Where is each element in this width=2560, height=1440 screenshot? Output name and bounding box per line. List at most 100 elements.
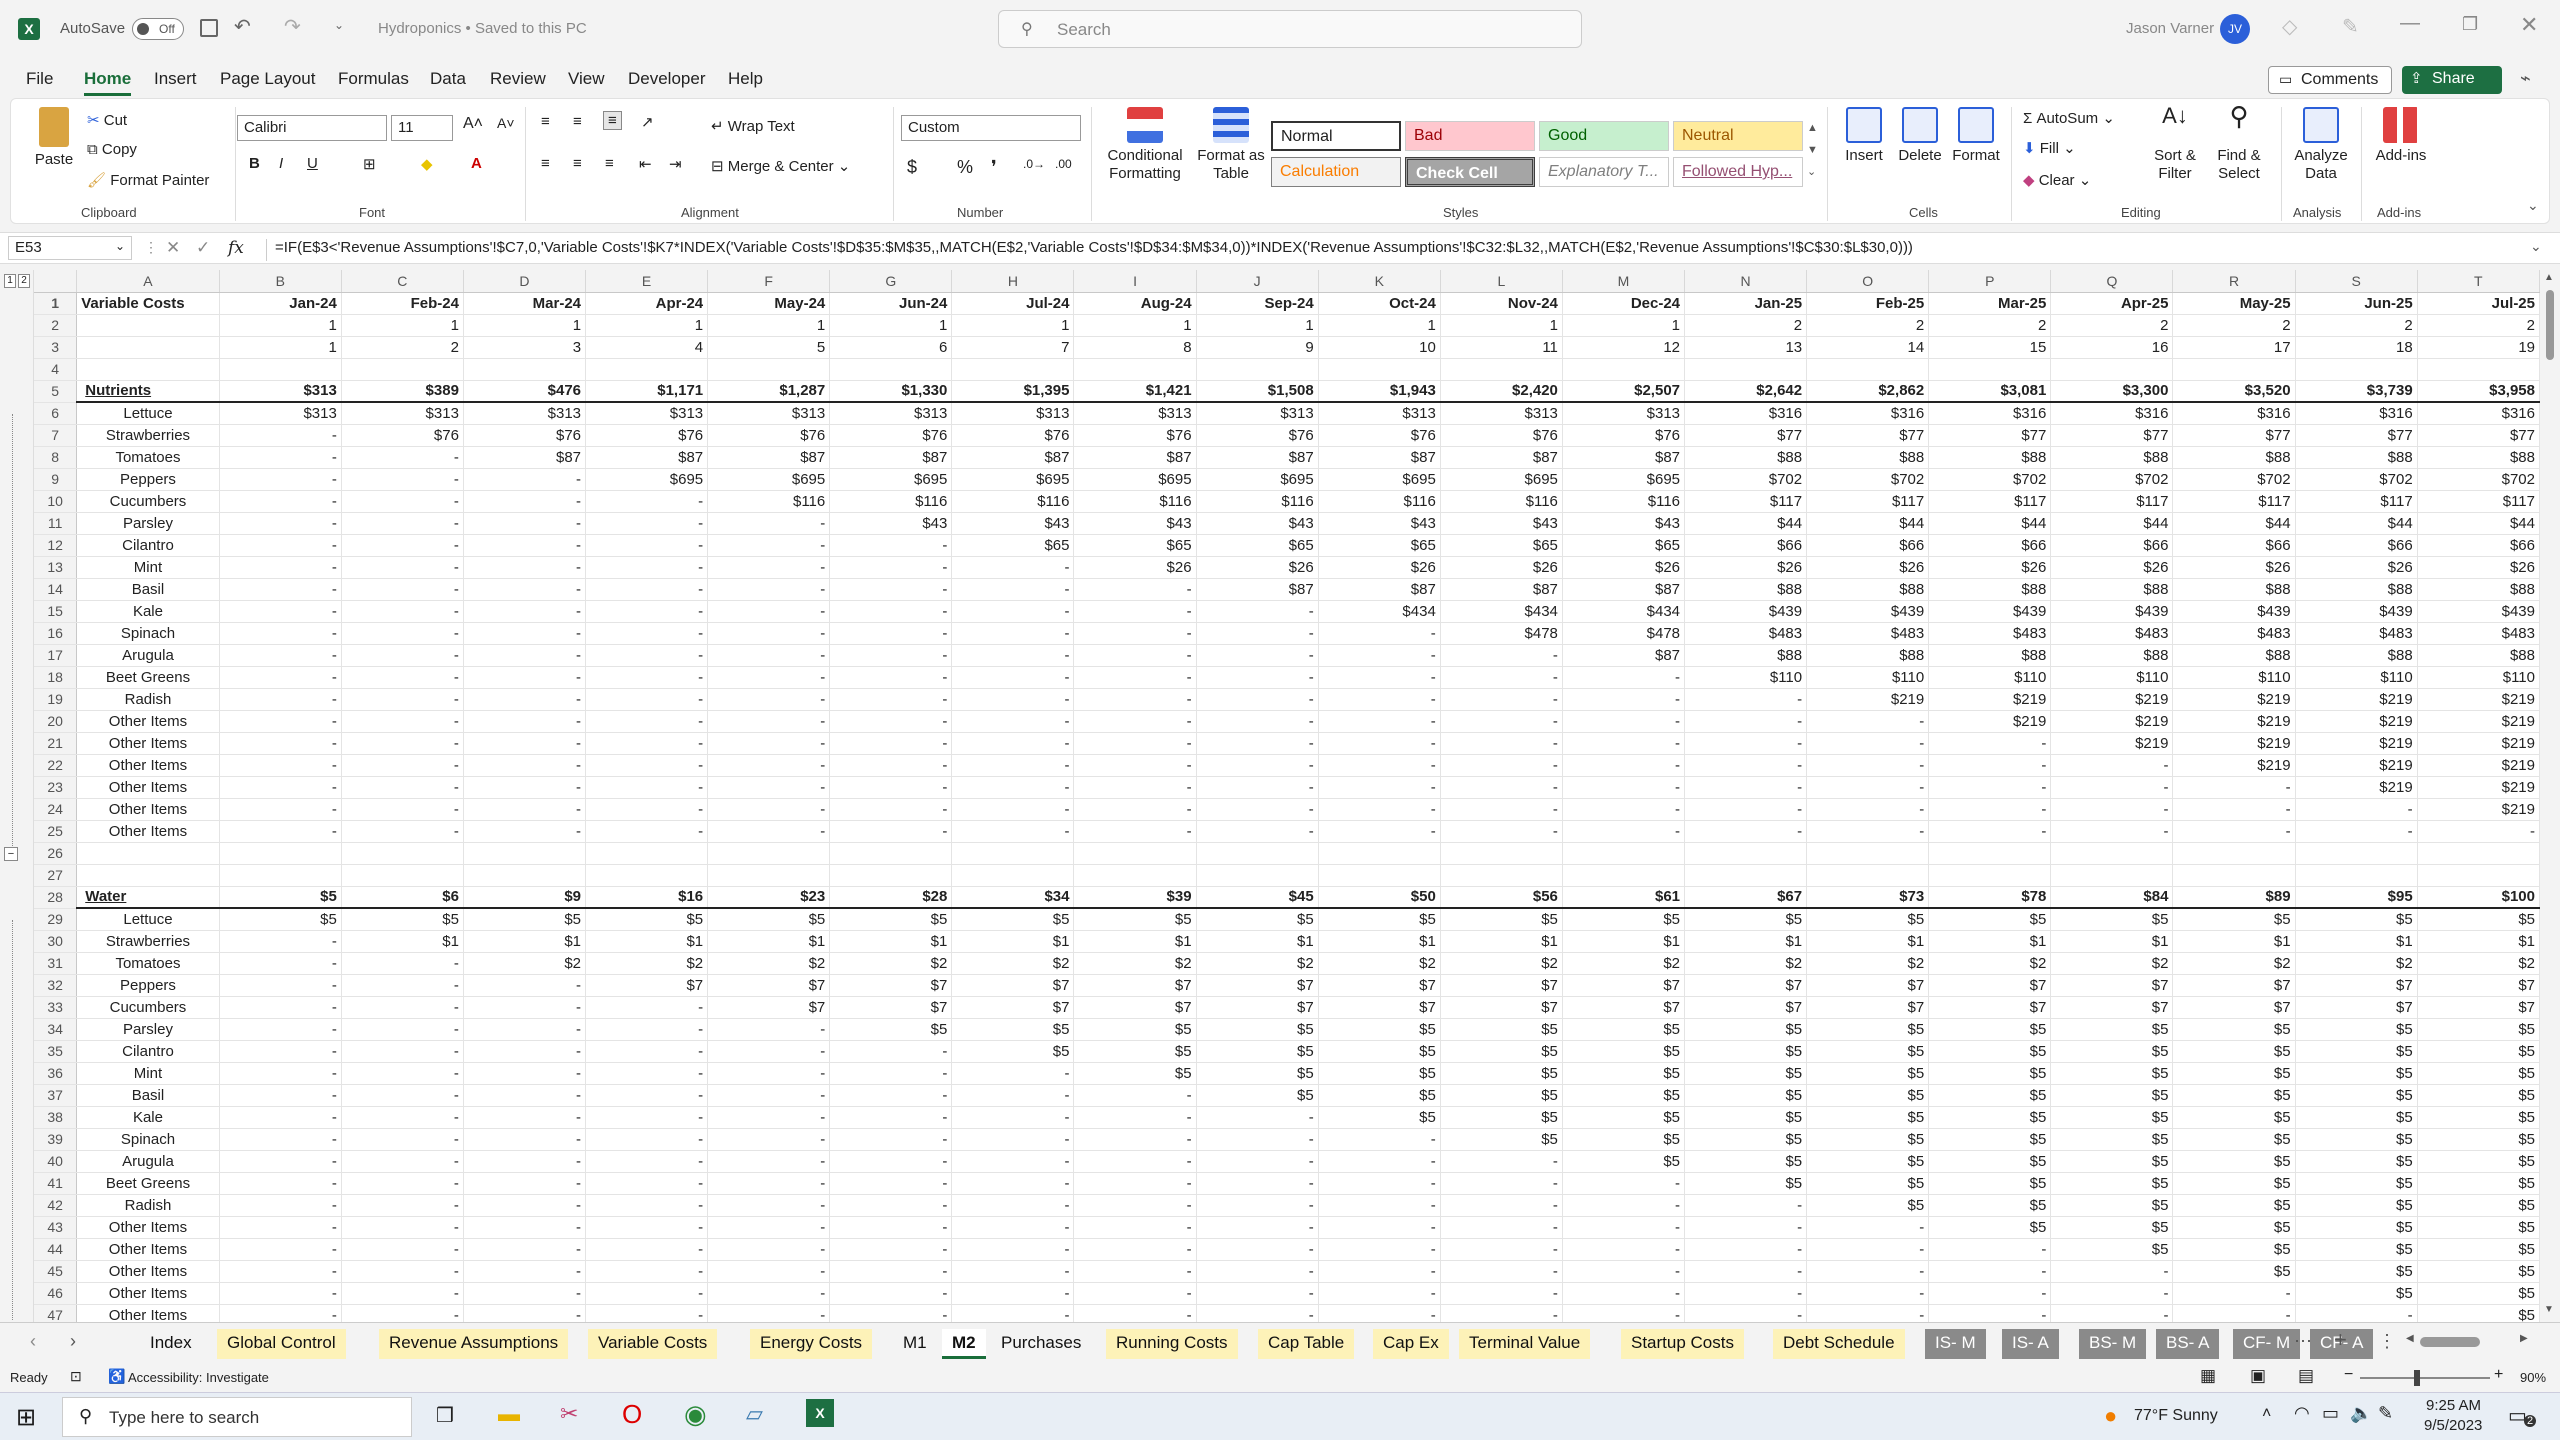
menu-file[interactable]: File [26,69,53,89]
cell[interactable]: $88 [2295,446,2418,469]
increase-indent-icon[interactable]: ⇥ [669,155,682,173]
style-calculation[interactable]: Calculation [1271,157,1401,187]
cell[interactable]: - [341,1172,464,1195]
cell[interactable]: Other Items [76,732,220,755]
cell[interactable]: $76 [463,424,587,447]
underline-icon[interactable]: U [307,155,318,172]
cell[interactable]: Mint [76,1062,220,1085]
cell[interactable]: $5 [1562,1062,1686,1085]
comments-button[interactable]: Comments ▭ [2268,66,2392,94]
cell[interactable]: $439 [1928,600,2052,623]
cell[interactable]: $5 [2050,908,2174,931]
cell[interactable]: $1 [1440,930,1563,953]
cell[interactable]: $43 [1318,512,1441,535]
cell[interactable]: - [219,446,342,469]
cell[interactable]: $5 [1806,1106,1930,1129]
cell[interactable]: - [1318,710,1441,733]
cell[interactable]: $313 [341,402,464,425]
cell[interactable]: $5 [2050,1238,2174,1261]
cell[interactable]: 1 [219,314,342,337]
cell[interactable]: - [219,1260,342,1283]
cell[interactable]: - [219,996,342,1019]
cell[interactable]: - [1196,776,1319,799]
cell[interactable]: $2,420 [1440,380,1563,403]
cell[interactable]: $5 [1806,1194,1930,1217]
cell[interactable]: - [707,644,831,667]
cell[interactable]: $65 [951,534,1075,557]
cell[interactable]: $87 [951,446,1075,469]
cell[interactable]: - [219,776,342,799]
cell[interactable] [219,842,342,865]
cell[interactable]: - [1684,1238,1808,1261]
cell[interactable] [76,336,220,359]
cell[interactable]: $16 [585,886,709,909]
cell[interactable] [1806,864,1930,887]
cell[interactable]: $5 [1806,908,1930,931]
row-header[interactable]: 30 [34,930,78,953]
cell[interactable]: - [341,666,464,689]
cell[interactable]: $65 [1073,534,1197,557]
format-cells-button[interactable]: Format [1949,107,2003,165]
cell[interactable]: - [951,578,1075,601]
cell[interactable]: - [463,622,587,645]
cell[interactable]: - [951,622,1075,645]
column-header-e[interactable]: E [585,270,709,293]
cell[interactable]: $100 [2417,886,2541,909]
cell[interactable]: $43 [1440,512,1563,535]
cell[interactable] [1806,842,1930,865]
cell[interactable]: Kale [76,600,220,623]
cell[interactable]: Other Items [76,1216,220,1239]
collapse-ribbon-icon[interactable]: ⌄ [2527,197,2539,214]
cell[interactable]: $7 [829,974,953,997]
cell[interactable]: 1 [1440,314,1563,337]
cell[interactable]: - [1684,1260,1808,1283]
cell[interactable]: $76 [1318,424,1441,447]
cell[interactable]: - [829,1062,953,1085]
sheet-tab-is-m[interactable]: IS- M [1925,1329,1986,1359]
cell[interactable] [2295,358,2418,381]
cell[interactable]: $5 [2050,1216,2174,1239]
format-as-table-button[interactable]: Format as Table [1193,107,1269,183]
cell[interactable]: - [585,710,709,733]
cell[interactable]: - [829,732,953,755]
cell[interactable]: - [463,996,587,1019]
cell[interactable]: Arugula [76,1150,220,1173]
cell[interactable]: - [1440,1194,1563,1217]
cell[interactable]: Other Items [76,776,220,799]
cell[interactable] [2295,864,2418,887]
cell[interactable]: - [463,1304,587,1322]
cell[interactable]: - [707,798,831,821]
cell[interactable]: - [341,1238,464,1261]
cell[interactable]: $5 [1562,1106,1686,1129]
cell[interactable]: $77 [1928,424,2052,447]
cell[interactable]: - [585,996,709,1019]
cell[interactable]: $88 [1928,578,2052,601]
zoom-out-icon[interactable]: − [2344,1366,2353,1384]
cell[interactable]: $5 [1562,908,1686,931]
cell[interactable]: 1 [829,314,953,337]
cell[interactable]: $7 [2172,974,2296,997]
cell[interactable]: 2 [2295,314,2418,337]
cell[interactable]: $5 [2050,1084,2174,1107]
cell[interactable]: - [2172,798,2296,821]
style-normal[interactable]: Normal [1271,121,1401,151]
cell[interactable]: $26 [1562,556,1686,579]
scroll-up-icon[interactable]: ▲ [2544,272,2554,283]
cell[interactable]: Cilantro [76,534,220,557]
cell[interactable]: Nov-24 [1440,292,1563,315]
cell[interactable]: - [829,754,953,777]
delete-cells-button[interactable]: Delete [1893,107,1947,165]
sheet-tab-variable-costs[interactable]: Variable Costs [588,1329,718,1359]
row-header[interactable]: 13 [34,556,78,579]
cell[interactable]: - [219,1084,342,1107]
cell[interactable]: $6 [341,886,464,909]
cell[interactable] [463,358,587,381]
cell[interactable]: - [463,710,587,733]
cell[interactable]: $110 [2295,666,2418,689]
cell[interactable]: $26 [1684,556,1808,579]
cell[interactable]: - [341,1062,464,1085]
sheet-tab-terminal-value[interactable]: Terminal Value [1459,1329,1591,1359]
cell[interactable]: $110 [2050,666,2174,689]
cell[interactable]: $87 [1196,446,1319,469]
cell[interactable]: $2 [2295,952,2418,975]
